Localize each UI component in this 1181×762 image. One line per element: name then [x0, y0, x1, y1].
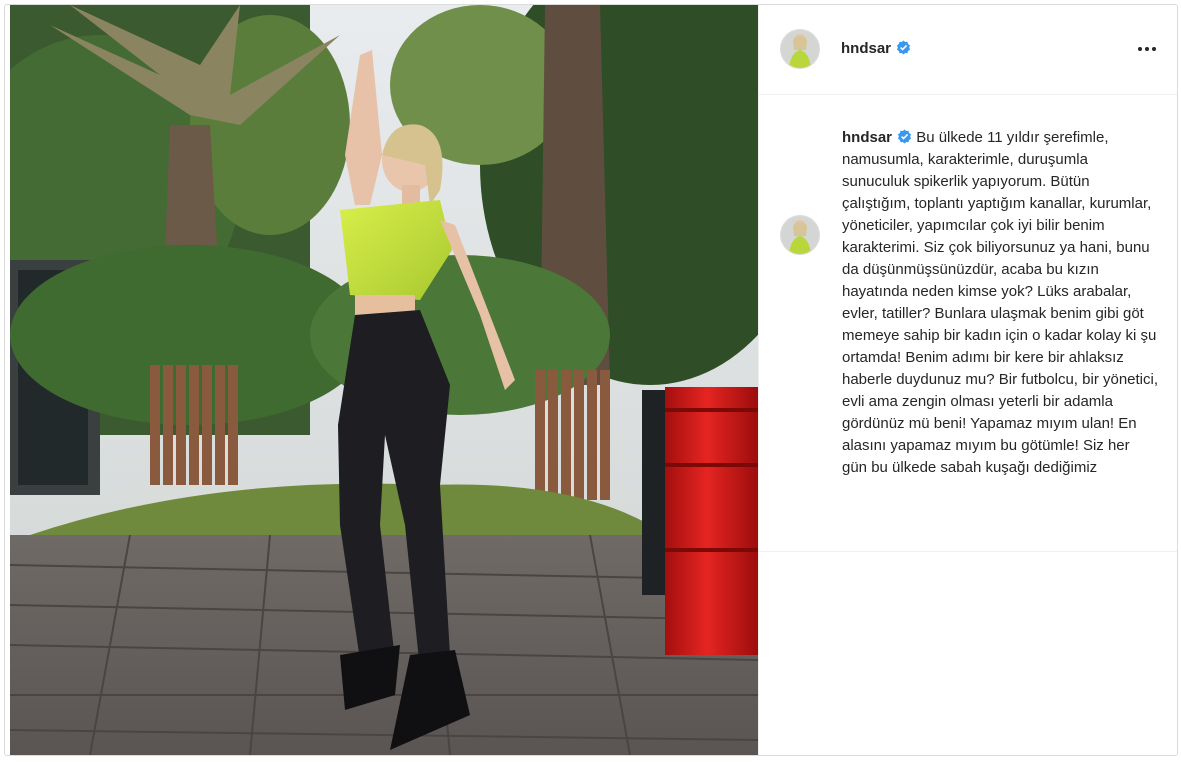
header-username[interactable]: hndsar — [841, 40, 911, 57]
more-options-button[interactable] — [1134, 37, 1160, 61]
comments-section: hndsar Bu ülkede 11 yıldır şerefimle, na… — [759, 95, 1177, 552]
username-text[interactable]: hndsar — [841, 40, 891, 57]
caption-text: Bu ülkede 11 yıldır şerefimle, namusumla… — [842, 129, 1159, 476]
post-caption: hndsar Bu ülkede 11 yıldır şerefimle, na… — [842, 127, 1158, 479]
more-options-icon — [1152, 47, 1156, 51]
verified-badge-icon — [897, 40, 911, 55]
caption-username[interactable]: hndsar — [842, 129, 892, 146]
post-header: hndsar — [759, 5, 1177, 95]
post-side-panel: hndsar hndsar Bu ülkede 11 yıldır şerefi… — [758, 5, 1177, 755]
caption-avatar[interactable] — [780, 215, 820, 255]
post-image — [10, 5, 758, 755]
verified-badge-icon — [898, 129, 912, 144]
avatar[interactable] — [780, 29, 820, 69]
instagram-post: hndsar hndsar Bu ülkede 11 yıldır şerefi… — [4, 4, 1178, 756]
more-options-icon — [1145, 47, 1149, 51]
post-photo[interactable] — [10, 5, 758, 755]
more-options-icon — [1138, 47, 1142, 51]
avatar-image — [781, 30, 819, 68]
avatar-image — [781, 216, 819, 254]
